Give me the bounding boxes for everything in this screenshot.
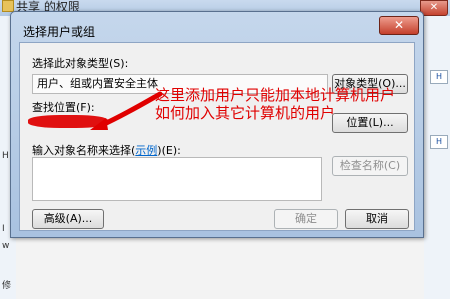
annotation-line-2: 如何加入其它计算机的用户 [155, 104, 336, 122]
object-names-input[interactable] [32, 157, 322, 201]
dialog-title: 选择用户或组 [23, 25, 96, 39]
background-left-letter: w [2, 241, 10, 251]
examples-link[interactable]: 示例 [135, 144, 157, 157]
background-right-icon: H [430, 70, 448, 84]
cancel-button[interactable]: 取消 [345, 209, 409, 229]
background-left-letter: I [2, 224, 5, 234]
background-left-letter: H [2, 151, 9, 161]
annotation-arrow-icon [90, 91, 163, 130]
check-names-button[interactable]: 检查名称(C) [332, 156, 408, 176]
background-right-icon: H [430, 135, 448, 149]
advanced-button[interactable]: 高级(A)... [32, 209, 104, 229]
locations-button[interactable]: 位置(L)... [332, 113, 408, 133]
ok-button[interactable]: 确定 [274, 209, 338, 229]
background-close-icon[interactable]: ✕ [420, 0, 448, 16]
annotation-line-1: 这里添加用户只能加本地计算机用户 [155, 86, 396, 104]
background-left-letter: 修 [2, 281, 12, 291]
object-type-label: 选择此对象类型(S): [32, 57, 129, 70]
folder-icon [2, 0, 14, 12]
background-right-panel [424, 16, 450, 299]
background-bottom-area [16, 236, 424, 299]
close-icon[interactable]: ✕ [379, 16, 419, 35]
dialog-body: 选择此对象类型(S): 用户、组或内置安全主体 对象类型(O)... 查找位置(… [19, 42, 415, 231]
object-names-label: 输入对象名称来选择(示例)(E): [32, 144, 181, 157]
